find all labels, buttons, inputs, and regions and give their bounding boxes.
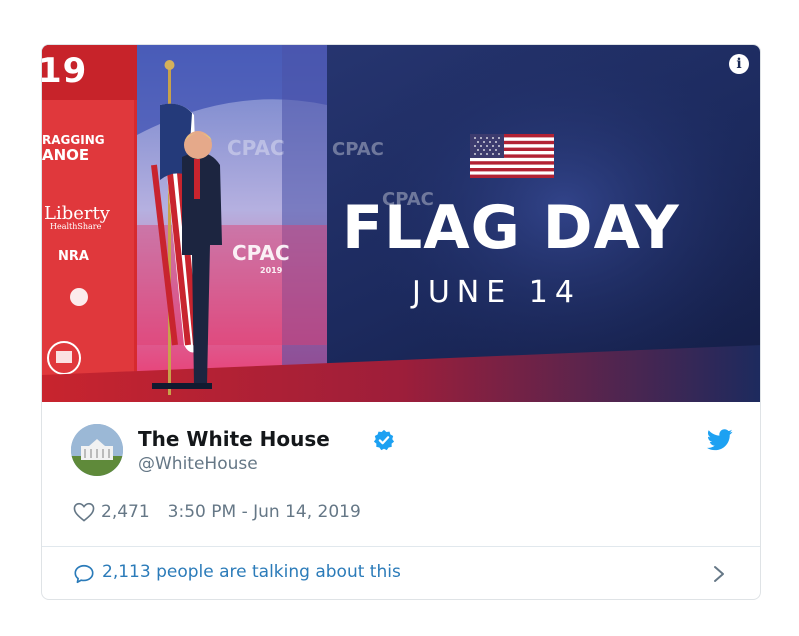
info-icon[interactable]: i	[729, 54, 749, 74]
svg-text:CPAC: CPAC	[332, 139, 384, 160]
sponsor-liberty: Liberty	[44, 203, 110, 224]
heart-icon[interactable]	[73, 502, 95, 522]
sponsor-nra: NRA	[58, 249, 89, 264]
flag-day-headline: FLAG DAY	[342, 193, 680, 263]
sponsor-raging: RAGGING	[42, 133, 105, 147]
chevron-right-icon[interactable]	[712, 564, 726, 584]
avatar[interactable]	[71, 424, 123, 476]
white-house-avatar-icon	[71, 424, 123, 476]
svg-text:2019: 2019	[260, 266, 283, 275]
tweet-media-image[interactable]: CPAC CPAC CPAC CPAC 2019 19 RAGGING ANOE…	[42, 45, 760, 402]
us-flag-icon	[470, 134, 554, 178]
user-handle[interactable]: @WhiteHouse	[138, 454, 258, 474]
display-name[interactable]: The White House	[138, 427, 330, 451]
tweet-timestamp[interactable]: 3:50 PM - Jun 14, 2019	[168, 502, 361, 522]
flag-day-date: JUNE 14	[412, 275, 581, 310]
svg-text:CPAC: CPAC	[227, 136, 285, 160]
like-count[interactable]: 2,471	[101, 502, 150, 522]
conversation-count-text[interactable]: 2,113 people are talking about this	[102, 562, 401, 582]
conversation-link[interactable]: 2,113 people are talking about this	[42, 547, 760, 599]
sponsor-liberty-sub: HealthShare	[50, 222, 102, 231]
svg-text:CPAC: CPAC	[232, 241, 290, 265]
sponsor-canoe: ANOE	[42, 146, 90, 164]
tweet-embed-card: CPAC CPAC CPAC CPAC 2019 19 RAGGING ANOE…	[41, 44, 761, 600]
verified-badge-icon	[373, 429, 395, 451]
banner-year-text: 19	[42, 51, 88, 91]
twitter-bird-icon[interactable]	[707, 429, 733, 451]
tweet-meta: 2,471 3:50 PM - Jun 14, 2019	[73, 502, 361, 522]
tweet-author-section: The White House @WhiteHouse 2,471 3:50 P…	[42, 402, 760, 546]
speech-bubble-icon	[74, 564, 94, 584]
